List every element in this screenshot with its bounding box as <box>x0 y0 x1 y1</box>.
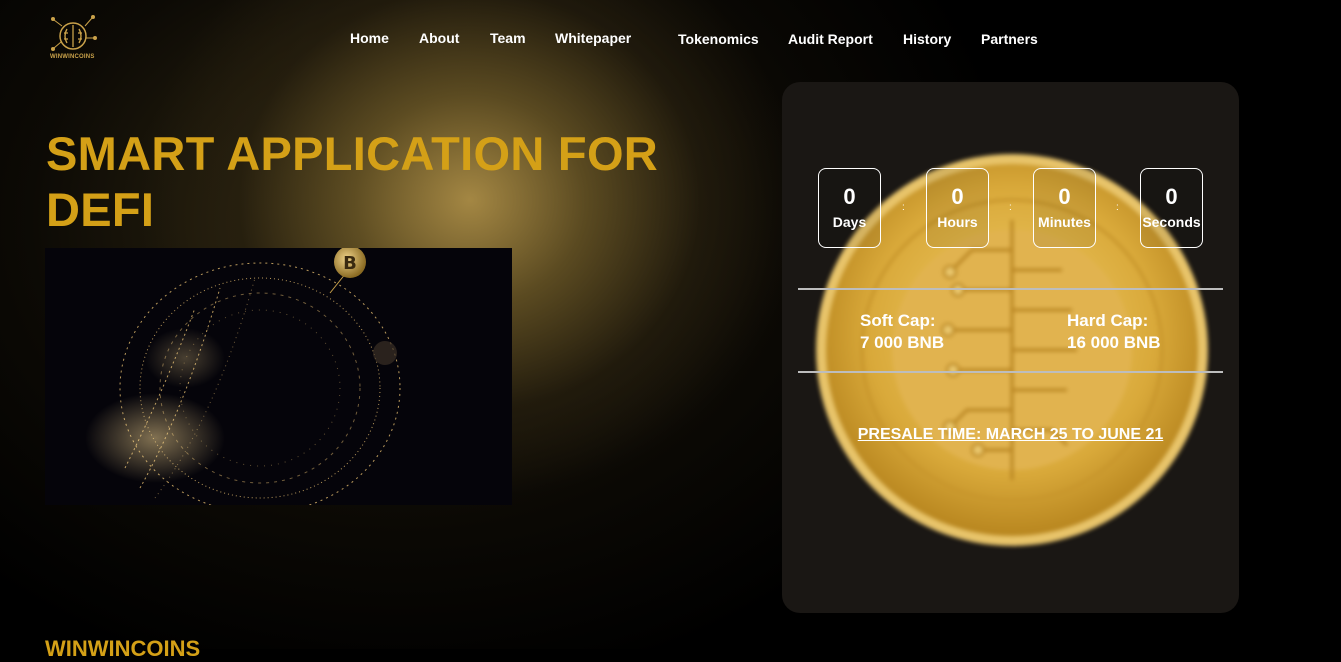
nav-audit-report-link[interactable]: Audit Report <box>788 31 873 47</box>
nav-team-link[interactable]: Team <box>490 30 526 46</box>
divider-bottom <box>798 371 1223 373</box>
countdown-minutes-label: Minutes <box>1038 214 1091 230</box>
divider-top <box>798 288 1223 290</box>
soft-cap-value: 7 000 BNB <box>860 333 945 352</box>
countdown-minutes: 0 Minutes <box>1033 168 1096 248</box>
nav-tokenomics-link[interactable]: Tokenomics <box>678 31 759 47</box>
nav-home-link[interactable]: Home <box>350 30 389 46</box>
hard-cap-label: Hard Cap: <box>1067 311 1149 330</box>
hero-image: B <box>45 248 512 505</box>
section-title-brand: WINWINCOINS <box>45 636 201 661</box>
main-nav: Home About Team Whitepaper Tokenomics Au… <box>0 0 1341 75</box>
hero-title: SMART APPLICATION FOR DEFI <box>46 127 659 236</box>
countdown-separator: : <box>1009 202 1012 213</box>
soft-cap: Soft Cap: 7 000 BNB <box>860 310 944 354</box>
hard-cap: Hard Cap: 16 000 BNB <box>1067 310 1161 354</box>
countdown-seconds: 0 Seconds <box>1140 168 1203 248</box>
nav-partners-link[interactable]: Partners <box>981 31 1038 47</box>
countdown-minutes-value: 0 <box>1058 184 1071 209</box>
countdown-hours-value: 0 <box>951 184 964 209</box>
crypto-globe-image: B <box>45 248 512 505</box>
countdown-days-value: 0 <box>843 184 856 209</box>
countdown-hours-label: Hours <box>937 214 978 230</box>
countdown-days: 0 Days <box>818 168 881 248</box>
countdown-seconds-value: 0 <box>1165 184 1178 209</box>
countdown-hours: 0 Hours <box>926 168 989 248</box>
countdown-days-label: Days <box>832 214 867 230</box>
svg-text:B: B <box>343 253 357 274</box>
nav-history-link[interactable]: History <box>903 31 951 47</box>
countdown-seconds-label: Seconds <box>1142 214 1201 230</box>
hard-cap-value: 16 000 BNB <box>1067 333 1161 352</box>
presale-card: 0 Days : 0 Hours : 0 Minutes : 0 Seconds… <box>782 82 1239 613</box>
presale-time-link[interactable]: PRESALE TIME: MARCH 25 TO JUNE 21 <box>782 426 1239 444</box>
countdown-separator: : <box>902 202 905 213</box>
countdown-separator: : <box>1116 202 1119 213</box>
nav-whitepaper-link[interactable]: Whitepaper <box>555 30 631 46</box>
nav-about-link[interactable]: About <box>419 30 459 46</box>
soft-cap-label: Soft Cap: <box>860 311 936 330</box>
